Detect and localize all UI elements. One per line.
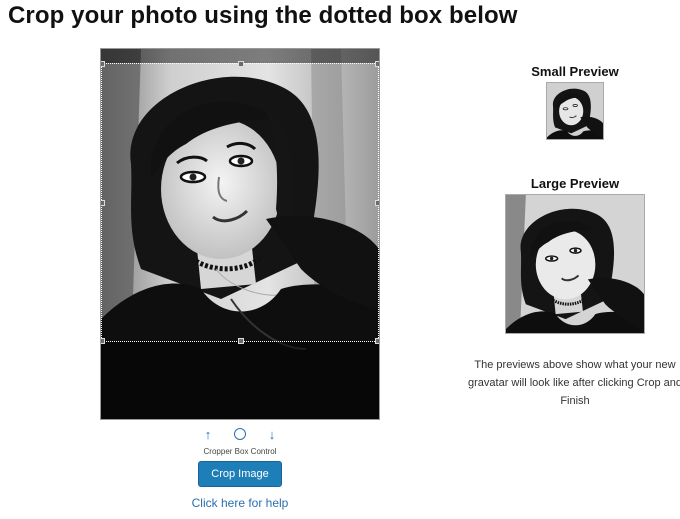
- cropper-box-control-label: Cropper Box Control: [203, 447, 277, 456]
- crop-handle-bottom-left[interactable]: [101, 338, 105, 344]
- crop-handle-top-center[interactable]: [238, 61, 244, 67]
- large-preview-image: [505, 194, 645, 334]
- circle-icon: [234, 428, 246, 440]
- page-title: Crop your photo using the dotted box bel…: [8, 2, 518, 29]
- arrow-up-icon[interactable]: ↑: [200, 426, 216, 442]
- small-preview-title: Small Preview: [531, 64, 619, 79]
- large-preview-title: Large Preview: [530, 176, 620, 191]
- crop-selection-box[interactable]: [101, 61, 379, 344]
- crop-handle-top-right[interactable]: [375, 61, 379, 67]
- cropper-area[interactable]: [100, 48, 380, 420]
- arrow-down-icon[interactable]: ↓: [264, 426, 280, 442]
- small-preview-image: [546, 82, 604, 140]
- center-circle-button[interactable]: [232, 426, 248, 442]
- large-preview-photo: [506, 195, 644, 333]
- crop-handle-bottom-center[interactable]: [238, 338, 244, 344]
- crop-dim-bottom: [101, 342, 379, 419]
- crop-handle-bottom-right[interactable]: [375, 338, 379, 344]
- help-link[interactable]: Click here for help: [140, 496, 340, 510]
- small-preview-photo: [547, 83, 603, 139]
- crop-handle-middle-right[interactable]: [375, 200, 379, 206]
- crop-handle-top-left[interactable]: [101, 61, 105, 67]
- gravatar-crop-page: Crop your photo using the dotted box bel…: [0, 0, 680, 519]
- crop-image-button[interactable]: Crop Image: [198, 461, 282, 487]
- cropper-box-controls: ↑ ↓: [200, 426, 280, 442]
- preview-description: The previews above show what your new gr…: [468, 359, 680, 407]
- crop-handle-middle-left[interactable]: [101, 200, 105, 206]
